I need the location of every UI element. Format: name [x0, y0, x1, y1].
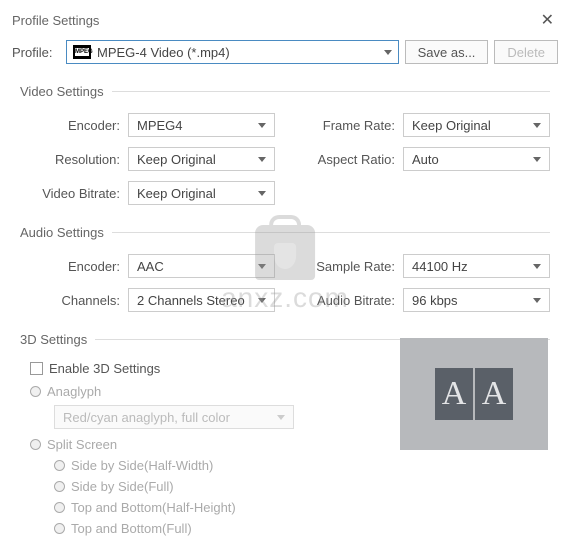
- video-section-title: Video Settings: [20, 84, 112, 99]
- 3d-preview: A A: [400, 338, 548, 450]
- tab-full-radio: [54, 523, 65, 534]
- chevron-down-icon: [533, 157, 541, 162]
- video-encoder-field: Encoder: MPEG4: [30, 113, 275, 137]
- chevron-down-icon: [533, 264, 541, 269]
- video-grid: Encoder: MPEG4 Frame Rate: Keep Original…: [20, 113, 550, 205]
- chevron-down-icon: [258, 157, 266, 162]
- chevron-down-icon: [258, 191, 266, 196]
- audio-encoder-label: Encoder:: [30, 259, 120, 274]
- resolution-label: Resolution:: [30, 152, 120, 167]
- video-encoder-label: Encoder:: [30, 118, 120, 133]
- preview-a: A: [435, 368, 473, 420]
- close-icon[interactable]: ✕: [537, 10, 558, 30]
- chevron-down-icon: [384, 50, 392, 55]
- aspect-label: Aspect Ratio:: [305, 152, 395, 167]
- channels-field: Channels: 2 Channels Stereo: [30, 288, 275, 312]
- window-title: Profile Settings: [12, 13, 99, 28]
- sbs-half-radio: [54, 460, 65, 471]
- profile-select[interactable]: MPEG MPEG-4 Video (*.mp4): [66, 40, 399, 64]
- anaglyph-mode-select: Red/cyan anaglyph, full color: [54, 405, 294, 429]
- audio-encoder-field: Encoder: AAC: [30, 254, 275, 278]
- audio-encoder-select[interactable]: AAC: [128, 254, 275, 278]
- audio-bitrate-select[interactable]: 96 kbps: [403, 288, 550, 312]
- tab-half-radio: [54, 502, 65, 513]
- save-as-button[interactable]: Save as...: [405, 40, 489, 64]
- video-section-header: Video Settings: [20, 84, 550, 99]
- profile-row: Profile: MPEG MPEG-4 Video (*.mp4) Save …: [0, 36, 570, 72]
- divider: [112, 232, 550, 233]
- audio-bitrate-field: Audio Bitrate: 96 kbps: [305, 288, 550, 312]
- sbs-full-row: Side by Side(Full): [54, 479, 550, 494]
- aspect-field: Aspect Ratio: Auto: [305, 147, 550, 171]
- channels-select[interactable]: 2 Channels Stereo: [128, 288, 275, 312]
- preview-a: A: [475, 368, 513, 420]
- video-bitrate-label: Video Bitrate:: [30, 186, 120, 201]
- divider: [112, 91, 550, 92]
- video-bitrate-field: Video Bitrate: Keep Original: [30, 181, 275, 205]
- sbs-half-row: Side by Side(Half-Width): [54, 458, 550, 473]
- samplerate-label: Sample Rate:: [305, 259, 395, 274]
- enable-3d-checkbox[interactable]: [30, 362, 43, 375]
- chevron-down-icon: [258, 298, 266, 303]
- chevron-down-icon: [258, 264, 266, 269]
- tab-half-row: Top and Bottom(Half-Height): [54, 500, 550, 515]
- audio-bitrate-label: Audio Bitrate:: [305, 293, 395, 308]
- anaglyph-radio: [30, 386, 41, 397]
- tab-full-label: Top and Bottom(Full): [71, 521, 192, 536]
- video-encoder-select[interactable]: MPEG4: [128, 113, 275, 137]
- audio-section-header: Audio Settings: [20, 225, 550, 240]
- chevron-down-icon: [277, 415, 285, 420]
- sbs-full-label: Side by Side(Full): [71, 479, 174, 494]
- samplerate-field: Sample Rate: 44100 Hz: [305, 254, 550, 278]
- framerate-select[interactable]: Keep Original: [403, 113, 550, 137]
- content: Video Settings Encoder: MPEG4 Frame Rate…: [0, 72, 570, 536]
- 3d-section-title: 3D Settings: [20, 332, 95, 347]
- anaglyph-label: Anaglyph: [47, 384, 101, 399]
- tab-half-label: Top and Bottom(Half-Height): [71, 500, 236, 515]
- resolution-field: Resolution: Keep Original: [30, 147, 275, 171]
- titlebar: Profile Settings ✕: [0, 0, 570, 36]
- aspect-select[interactable]: Auto: [403, 147, 550, 171]
- audio-grid: Encoder: AAC Sample Rate: 44100 Hz Chann…: [20, 254, 550, 312]
- samplerate-select[interactable]: 44100 Hz: [403, 254, 550, 278]
- chevron-down-icon: [258, 123, 266, 128]
- mpeg-icon: MPEG: [73, 45, 91, 59]
- split-label: Split Screen: [47, 437, 117, 452]
- chevron-down-icon: [533, 298, 541, 303]
- sbs-full-radio: [54, 481, 65, 492]
- delete-button: Delete: [494, 40, 558, 64]
- split-radio: [30, 439, 41, 450]
- channels-label: Channels:: [30, 293, 120, 308]
- video-bitrate-select[interactable]: Keep Original: [128, 181, 275, 205]
- chevron-down-icon: [533, 123, 541, 128]
- resolution-select[interactable]: Keep Original: [128, 147, 275, 171]
- profile-value: MPEG-4 Video (*.mp4): [97, 45, 384, 60]
- audio-section-title: Audio Settings: [20, 225, 112, 240]
- framerate-field: Frame Rate: Keep Original: [305, 113, 550, 137]
- sbs-half-label: Side by Side(Half-Width): [71, 458, 213, 473]
- framerate-label: Frame Rate:: [305, 118, 395, 133]
- enable-3d-label: Enable 3D Settings: [49, 361, 160, 376]
- profile-label: Profile:: [12, 45, 60, 60]
- tab-full-row: Top and Bottom(Full): [54, 521, 550, 536]
